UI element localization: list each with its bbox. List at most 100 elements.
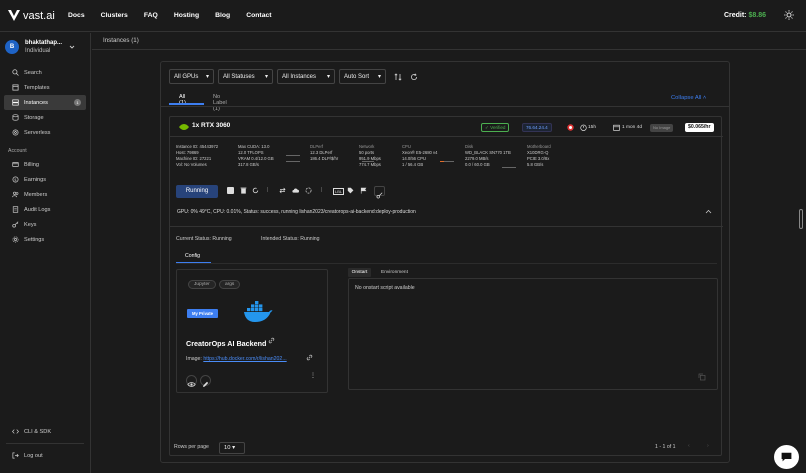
nav-clusters[interactable]: Clusters xyxy=(101,12,128,19)
rows-per-page-value: 10 xyxy=(224,445,231,451)
nav-faq[interactable]: FAQ xyxy=(144,12,158,19)
status-filter-value: All Statuses xyxy=(223,73,255,80)
earnings-icon: $ xyxy=(12,176,19,183)
more-options-icon[interactable]: ⋮ xyxy=(310,372,316,379)
sidebar-item-search[interactable]: Search xyxy=(4,65,86,80)
sidebar-item-storage[interactable]: Storage xyxy=(4,110,86,125)
next-page-button[interactable]: › xyxy=(707,443,709,449)
sidebar-item-members[interactable]: Members xyxy=(4,187,86,202)
sidebar-item-serverless[interactable]: Serverless xyxy=(4,125,86,140)
instances-count-badge: 1 xyxy=(74,99,81,106)
nav-contact[interactable]: Contact xyxy=(246,12,271,19)
caret-down-icon: ▾ xyxy=(377,74,381,80)
sidebar-item-audit-logs[interactable]: Audit Logs xyxy=(4,202,86,217)
timer-icon xyxy=(580,124,587,131)
chat-button[interactable] xyxy=(774,445,799,469)
sidebar-item-label: Earnings xyxy=(24,176,47,183)
vast-logo-icon xyxy=(8,10,20,21)
copy-icon[interactable] xyxy=(698,373,706,381)
sidebar-item-logout[interactable]: Log out xyxy=(4,448,86,463)
scrollbar-thumb[interactable] xyxy=(799,209,803,229)
volume-info: Vol: No Volumes xyxy=(176,162,207,167)
recycle-icon[interactable] xyxy=(305,187,312,194)
restart-icon[interactable] xyxy=(252,187,259,194)
tag-icon[interactable] xyxy=(347,187,354,194)
sort-select[interactable]: Auto Sort ▾ xyxy=(339,69,386,84)
no-image-badge: No Image xyxy=(650,124,674,132)
spec-network: Network 50 ports 951.9 Mbps 774.7 Mbps xyxy=(359,144,381,168)
view-button[interactable] xyxy=(186,375,197,387)
ram: 1 / 56.4 GB xyxy=(402,162,424,167)
stop-icon[interactable] xyxy=(227,187,234,194)
chevron-up-icon[interactable] xyxy=(705,209,712,214)
credit-display[interactable]: Credit: $8.86 xyxy=(724,12,766,19)
prev-page-button[interactable]: ‹ xyxy=(688,443,690,449)
disk-bar xyxy=(502,167,516,168)
user-type: Individual xyxy=(25,48,51,54)
chat-icon xyxy=(781,452,792,462)
nav-docs[interactable]: Docs xyxy=(68,12,85,19)
serverless-icon xyxy=(12,129,19,136)
sidebar-item-templates[interactable]: Templates xyxy=(4,80,86,95)
instance-filter-select[interactable]: All Instances ▾ xyxy=(277,69,335,84)
uptime-text: 15h xyxy=(588,125,597,130)
edit-button[interactable] xyxy=(200,375,211,387)
sidebar-item-instances[interactable]: Instances 1 xyxy=(4,95,86,110)
search-icon xyxy=(12,69,19,76)
dlperf-per-dollar: 186.4 DLP/$/hr xyxy=(310,156,339,161)
running-status-button[interactable]: Running xyxy=(176,185,218,198)
logout-icon xyxy=(12,452,19,459)
intended-status: Intended Status: Running xyxy=(261,236,320,242)
sort-order-icon[interactable] xyxy=(394,73,402,81)
billing-icon xyxy=(12,162,19,167)
mem-bandwidth: 317.8 GB/s xyxy=(238,162,259,167)
label-tag-icon[interactable]: LBL xyxy=(333,188,345,195)
tab-active-indicator xyxy=(169,103,204,105)
logo[interactable]: vast.ai xyxy=(8,10,68,22)
sidebar-item-keys[interactable]: Keys xyxy=(4,217,86,232)
tab-onstart[interactable]: Onstart xyxy=(348,268,371,277)
sidebar-item-billing[interactable]: Billing xyxy=(4,157,86,172)
image-row: Image: https://hub.docker.com/r/lishan20… xyxy=(186,356,287,362)
transfer-icon[interactable] xyxy=(279,187,286,194)
tab-no-label[interactable]: No Label (1) xyxy=(213,94,227,112)
nvidia-icon xyxy=(179,124,189,130)
template-icon xyxy=(12,84,19,91)
sidebar-item-cli-sdk[interactable]: CLI & SDK xyxy=(4,424,86,439)
chevron-down-icon[interactable] xyxy=(69,44,75,50)
breadcrumb: Instances (1) xyxy=(92,33,806,50)
tabs-divider xyxy=(161,106,729,107)
nav-hosting[interactable]: Hosting xyxy=(174,12,199,19)
trash-icon[interactable] xyxy=(240,187,247,194)
tab-environment[interactable]: Environment xyxy=(381,270,408,275)
sidebar-item-settings[interactable]: Settings xyxy=(4,232,86,247)
spec-gpu: Max CUDA: 13.0 12.0 TFLOPS VRAM 0.4/12.0… xyxy=(238,144,274,168)
gpu-filter-select[interactable]: All GPUs ▾ xyxy=(169,69,214,84)
ip-badge[interactable]: 76.64.24.4 xyxy=(522,123,552,132)
theme-toggle-sun-icon[interactable] xyxy=(784,10,794,20)
caret-down-icon: ▾ xyxy=(232,445,235,451)
logo-text: vast.ai xyxy=(23,9,55,22)
refresh-icon[interactable] xyxy=(410,73,418,81)
sidebar-item-label: Settings xyxy=(24,236,45,243)
tab-config[interactable]: Config xyxy=(185,253,200,259)
user-menu[interactable]: B bhaktathap... Individual xyxy=(0,33,90,61)
eye-icon xyxy=(187,382,196,387)
template-card: Jupyter args My Private CreatorOps AI Ba… xyxy=(176,269,328,393)
link-icon[interactable] xyxy=(306,354,313,361)
main-nav: Docs Clusters FAQ Hosting Blog Contact xyxy=(68,12,288,19)
collapse-all-button[interactable]: Collapse All ˄ xyxy=(671,95,706,101)
nav-blog[interactable]: Blog xyxy=(215,12,230,19)
cloud-icon[interactable] xyxy=(292,187,299,194)
onstart-text: No onstart script available xyxy=(355,285,415,291)
ssh-key-button[interactable] xyxy=(374,186,385,199)
price-badge[interactable]: $0.065/hr xyxy=(685,123,714,132)
onstart-editor[interactable]: No onstart script available xyxy=(348,278,718,390)
sidebar-item-earnings[interactable]: $ Earnings xyxy=(4,172,86,187)
rows-per-page-select[interactable]: 10 ▾ xyxy=(219,442,245,454)
flag-icon[interactable] xyxy=(360,187,367,194)
image-link[interactable]: https://hub.docker.com/r/lishan202... xyxy=(203,356,286,362)
status-filter-select[interactable]: All Statuses ▾ xyxy=(218,69,273,84)
link-icon[interactable] xyxy=(268,337,275,344)
svg-text:$: $ xyxy=(14,178,17,182)
